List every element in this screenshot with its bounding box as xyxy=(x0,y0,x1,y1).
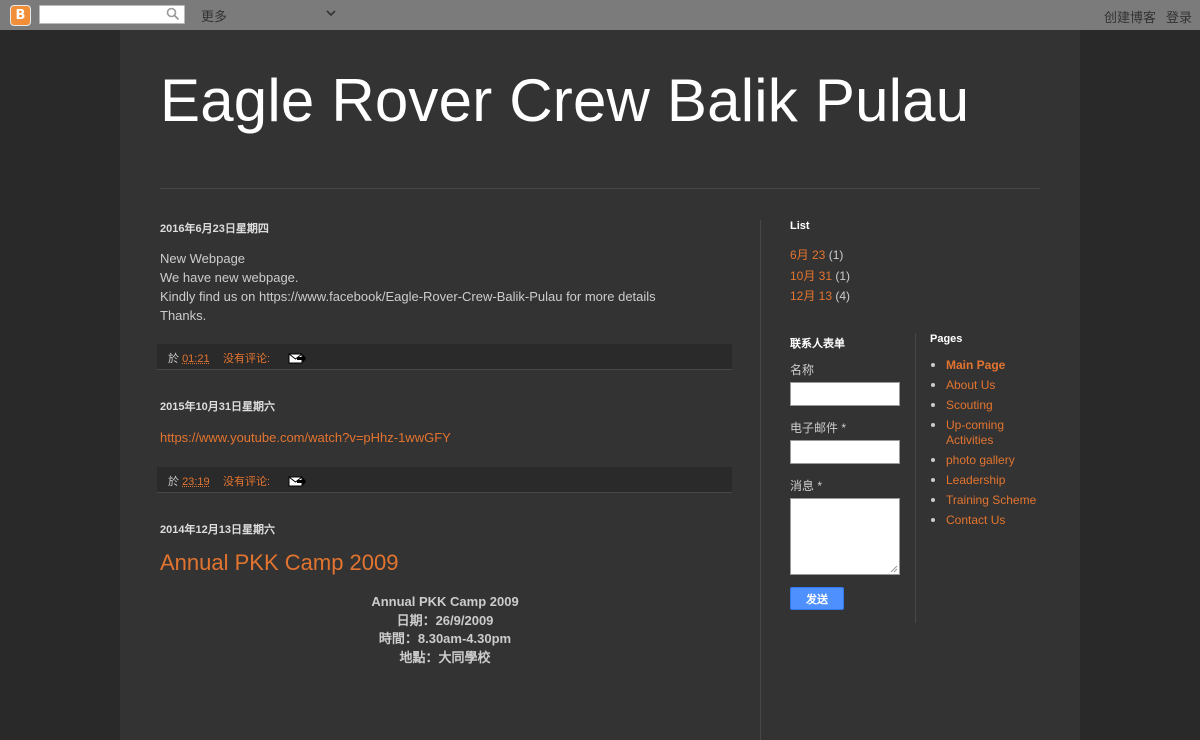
archive-item: 6月 23 (1) xyxy=(790,245,850,266)
archive-count: (4) xyxy=(835,289,851,303)
name-field[interactable] xyxy=(790,382,900,406)
posted-at-label: 於 xyxy=(168,476,179,488)
post-time-link[interactable]: 23:19 xyxy=(182,476,210,488)
post-title[interactable]: Annual PKK Camp 2009 xyxy=(160,550,399,576)
navbar-search-input[interactable] xyxy=(40,6,160,24)
page-link-upcoming[interactable]: Up-coming Activities xyxy=(946,418,1004,447)
page-item: About Us xyxy=(930,378,1040,393)
resize-handle-icon[interactable] xyxy=(890,565,898,573)
posted-at-label: 於 xyxy=(168,353,179,365)
comments-link[interactable]: 没有评论: xyxy=(223,473,270,489)
page-link-contact[interactable]: Contact Us xyxy=(946,513,1005,527)
blogger-logo-icon[interactable]: B xyxy=(10,5,31,26)
archive-link[interactable]: 10月 31 xyxy=(790,269,832,283)
blogger-navbar: B 更多 创建博客 登录 xyxy=(0,0,1200,30)
post-line: 時間：8.30am-4.30pm xyxy=(378,631,512,646)
post-timestamp: 於 01:21 xyxy=(168,350,210,366)
navbar-more-menu[interactable]: 更多 xyxy=(201,6,227,25)
page-item: Training Scheme xyxy=(930,493,1040,508)
list-widget-title: List xyxy=(790,220,810,232)
post-date: 2016年6月23日星期四 xyxy=(160,223,269,235)
post-line: Kindly find us on https://www.facebook/E… xyxy=(160,289,656,304)
navbar-search-box[interactable] xyxy=(39,5,185,24)
post-body: New Webpage We have new webpage. Kindly … xyxy=(160,249,740,325)
archive-count: (1) xyxy=(828,248,844,262)
page-item: photo gallery xyxy=(930,453,1040,468)
post-line: New Webpage xyxy=(160,251,246,266)
email-field[interactable] xyxy=(790,440,900,464)
contact-form-title: 联系人表单 xyxy=(790,338,845,350)
post-line: 地點：大同學校 xyxy=(399,649,491,665)
sign-in-link[interactable]: 登录 xyxy=(1166,7,1192,26)
page-link-about[interactable]: About Us xyxy=(946,378,995,392)
message-label: 消息 * xyxy=(790,479,823,493)
archive-count: (1) xyxy=(835,268,851,283)
post-body: Annual PKK Camp 2009 日期：26/9/2009 時間：8.3… xyxy=(160,593,730,667)
archive-link[interactable]: 12月 13 xyxy=(790,289,832,303)
page-item: Up-coming Activities xyxy=(930,418,1040,447)
blog-title[interactable]: Eagle Rover Crew Balik Pulau xyxy=(160,66,969,135)
create-blog-link[interactable]: 创建博客 xyxy=(1104,7,1156,26)
page-item: Scouting xyxy=(930,398,1040,413)
email-post-icon[interactable] xyxy=(288,351,306,364)
post-line: Annual PKK Camp 2009 xyxy=(371,594,519,609)
page-link-main[interactable]: Main Page xyxy=(946,358,1005,372)
page-link-gallery[interactable]: photo gallery xyxy=(946,453,1015,467)
post-line: We have new webpage. xyxy=(160,270,299,285)
post-time-link[interactable]: 01:21 xyxy=(182,353,210,365)
post-line: 日期：26/9/2009 xyxy=(396,612,494,628)
page-item: Leadership xyxy=(930,473,1040,488)
post-date: 2014年12月13日星期六 xyxy=(160,524,275,536)
comments-link[interactable]: 没有评论: xyxy=(223,350,270,366)
youtube-link[interactable]: https://www.youtube.com/watch?v=pHhz-1ww… xyxy=(160,428,451,447)
post-footer: 於 23:19 没有评论: xyxy=(157,467,732,493)
archive-item: 10月 31 (1) xyxy=(790,266,850,287)
page-link-training[interactable]: Training Scheme xyxy=(946,493,1036,507)
message-field[interactable] xyxy=(790,498,900,575)
page-link-scouting[interactable]: Scouting xyxy=(946,398,993,412)
post-line: Thanks. xyxy=(160,308,207,323)
blog-container: Eagle Rover Crew Balik Pulau 2016年6月23日星… xyxy=(120,30,1080,740)
name-label: 名称 xyxy=(790,363,815,377)
send-button[interactable]: 发送 xyxy=(790,587,844,610)
pages-list: Main Page About Us Scouting Up-coming Ac… xyxy=(930,358,1040,533)
sidebar-divider xyxy=(760,220,761,740)
page-item: Contact Us xyxy=(930,513,1040,528)
archive-link[interactable]: 6月 23 xyxy=(790,248,825,262)
header-divider xyxy=(160,188,1040,189)
archive-list: 6月 23 (1) 10月 31 (1) 12月 13 (4) xyxy=(790,245,850,307)
post-date: 2015年10月31日星期六 xyxy=(160,401,275,413)
page-item: Main Page xyxy=(930,358,1040,373)
pages-widget-title: Pages xyxy=(930,333,963,345)
archive-item: 12月 13 (4) xyxy=(790,286,850,307)
post-footer: 於 01:21 没有评论: xyxy=(157,344,732,370)
page-link-leadership[interactable]: Leadership xyxy=(946,473,1005,487)
chevron-down-icon[interactable] xyxy=(326,8,336,18)
post-timestamp: 於 23:19 xyxy=(168,473,210,489)
search-icon[interactable] xyxy=(166,7,180,21)
pages-divider xyxy=(915,333,916,623)
email-post-icon[interactable] xyxy=(288,474,306,487)
email-label: 电子邮件 * xyxy=(790,421,847,435)
